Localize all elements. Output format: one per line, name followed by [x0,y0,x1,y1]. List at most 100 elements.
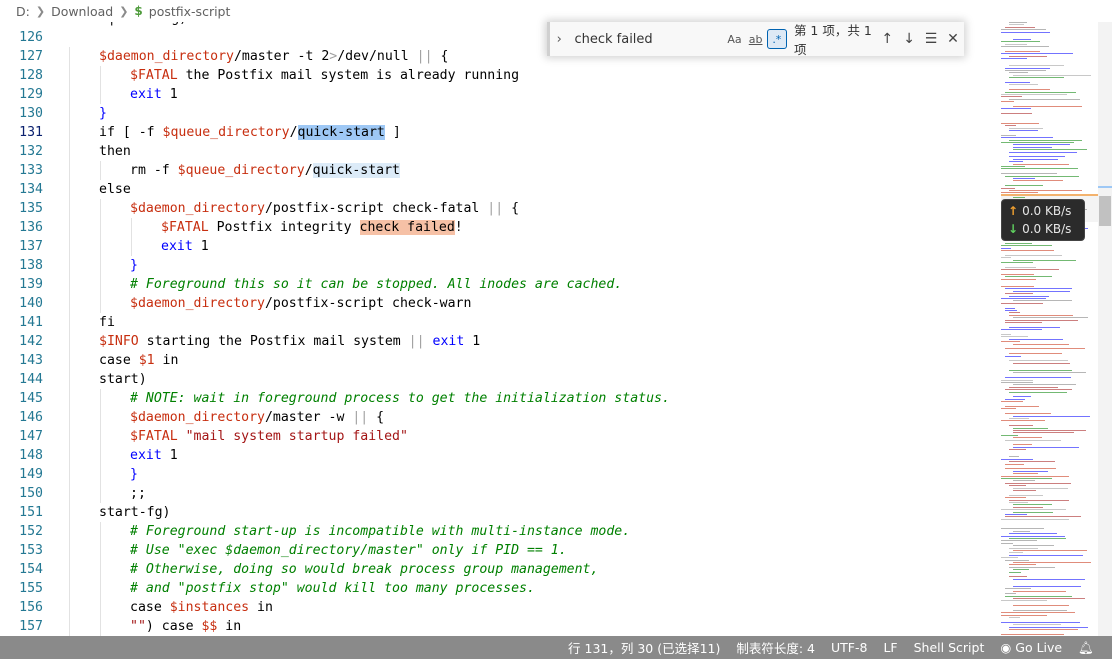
vertical-scrollbar-thumb[interactable] [1099,196,1111,226]
scrollbar-selection-marker [1098,186,1112,188]
network-speed-widget[interactable]: ↑ 0.0 KB/s ↓ 0.0 KB/s [1001,199,1085,241]
code-line[interactable]: 136 $FATAL Postfix integrity check failed… [0,218,990,237]
code-line[interactable]: 131 if [ -f $queue_directory/quick-start … [0,123,990,142]
code-line[interactable]: 135 $daemon_directory/postfix-script chec… [0,199,990,218]
line-number: 139 [19,277,43,292]
line-number: 151 [19,505,43,520]
code-text: rm -f $queue_directory/quick-start [130,161,400,180]
code-token: /postfix-script check-fatal [264,201,488,216]
code-line[interactable]: 128 $FATAL the Postfix mail system is alr… [0,66,990,85]
minimap-line [1005,497,1026,499]
line-number: 145 [19,391,43,406]
breadcrumb-drive[interactable]: D: [16,4,30,19]
encoding-indicator[interactable]: UTF-8 [831,640,867,655]
minimap-line [1009,499,1069,501]
code-line[interactable]: 157 "") case $$ in [0,617,990,636]
previous-match-arrow-up-icon[interactable]: ↑ [876,31,898,47]
minimap-line [1009,461,1056,463]
code-line[interactable]: 138} [0,256,990,275]
minimap-line [1001,29,1046,31]
line-number: 130 [19,106,43,121]
code-line[interactable]: 143 case $1 in [0,351,990,370]
close-find-icon[interactable]: ✕ [942,31,964,47]
minimap-line [1001,278,1036,280]
code-line[interactable]: 153 # Use "exec $daemon_directory/master"… [0,541,990,560]
minimap-line [1005,242,1032,244]
cursor-position[interactable]: 行 131，列 30 (已选择11) [568,638,720,657]
code-line[interactable]: 130} [0,104,990,123]
match-whole-word-button[interactable]: ab [746,29,766,49]
minimap-line [1001,269,1059,271]
line-number: 128 [19,68,43,83]
indent-guide [69,237,70,256]
go-live-button[interactable]: ◉ Go Live [1000,640,1062,655]
toggle-replace-chevron-icon[interactable]: › [551,32,567,47]
notifications-button[interactable]: 🔔︎ [1078,640,1098,656]
indent-guide [69,351,70,370]
minimap-line [1001,122,1040,124]
eol-indicator[interactable]: LF [883,640,897,655]
minimap-line [1013,149,1088,151]
status-bar: 行 131，列 30 (已选择11) 制表符长度: 4 UTF-8 LF She… [0,636,1112,659]
line-number: 141 [19,315,43,330]
minimap[interactable] [1001,22,1098,636]
code-line[interactable]: 147 $FATAL "mail system startup failed" [0,427,990,446]
code-line[interactable]: 152 # Foreground start-up is incompatible… [0,522,990,541]
minimap-line [1001,458,1033,460]
indent-guide [69,408,70,427]
code-line[interactable]: 150;; [0,484,990,503]
minimap-line [1001,600,1047,602]
code-editor[interactable]: 125start|start-fg)126127$daemon_director… [0,22,1098,636]
indent-guide [100,408,101,427]
minimap-line [1009,626,1089,628]
code-line[interactable]: 139 # Foreground this so it can be stoppe… [0,275,990,294]
code-line[interactable]: 132 then [0,142,990,161]
minimap-line [1009,127,1043,129]
minimap-line [1013,487,1068,489]
language-mode[interactable]: Shell Script [914,640,985,655]
code-line[interactable]: 140 $daemon_directory/postfix-script chec… [0,294,990,313]
code-line[interactable]: 137 exit 1 [0,237,990,256]
use-regex-button[interactable]: .* [766,29,787,49]
chevron-right-icon: ❯ [35,4,46,18]
code-line[interactable]: 154 # Otherwise, doing so would break pro… [0,560,990,579]
code-line[interactable]: 156 case $instances in [0,598,990,617]
minimap-line [1005,293,1033,295]
minimap-line [1005,482,1072,484]
code-line[interactable]: 145 # NOTE: wait in foreground process to… [0,389,990,408]
indent-guide [100,427,101,446]
minimap-line [1013,586,1081,587]
code-line[interactable]: 146 $daemon_directory/master -w || { [0,408,990,427]
code-line[interactable]: 133 rm -f $queue_directory/quick-start [0,161,990,180]
minimap-line [1005,377,1071,379]
minimap-line [1001,101,1014,103]
code-line[interactable]: 155 # and "postfix stop" would kill too m… [0,579,990,598]
code-line[interactable]: 148 exit 1 [0,446,990,465]
code-line[interactable]: 142 $INFO starting the Postfix mail syste… [0,332,990,351]
find-in-selection-icon[interactable]: ☰ [920,31,942,47]
minimap-line [1013,427,1048,429]
match-case-button[interactable]: Aa [724,29,744,49]
breadcrumb-file[interactable]: postfix-script [149,4,231,19]
tab-size-indicator[interactable]: 制表符长度: 4 [736,638,815,657]
code-line[interactable]: 144 start) [0,370,990,389]
minimap-line [1005,67,1050,69]
code-line[interactable]: 134 else [0,180,990,199]
minimap-line [1001,245,1053,247]
minimap-line [1009,370,1073,371]
code-line[interactable]: 141 fi [0,313,990,332]
find-input[interactable] [571,27,724,51]
next-match-arrow-down-icon[interactable]: ↓ [898,31,920,47]
minimap-line [1005,307,1015,309]
minimap-line [1009,485,1026,487]
indent-guide [100,541,101,560]
code-line[interactable]: 151 start-fg) [0,503,990,522]
vertical-scrollbar[interactable] [1098,22,1112,636]
minimap-line [1001,247,1011,249]
minimap-line [1013,569,1030,571]
breadcrumb-folder[interactable]: Download [51,4,113,19]
code-line[interactable]: 149} [0,465,990,484]
code-line[interactable]: 129 exit 1 [0,85,990,104]
line-number: 150 [19,486,43,501]
minimap-line [1013,480,1035,482]
